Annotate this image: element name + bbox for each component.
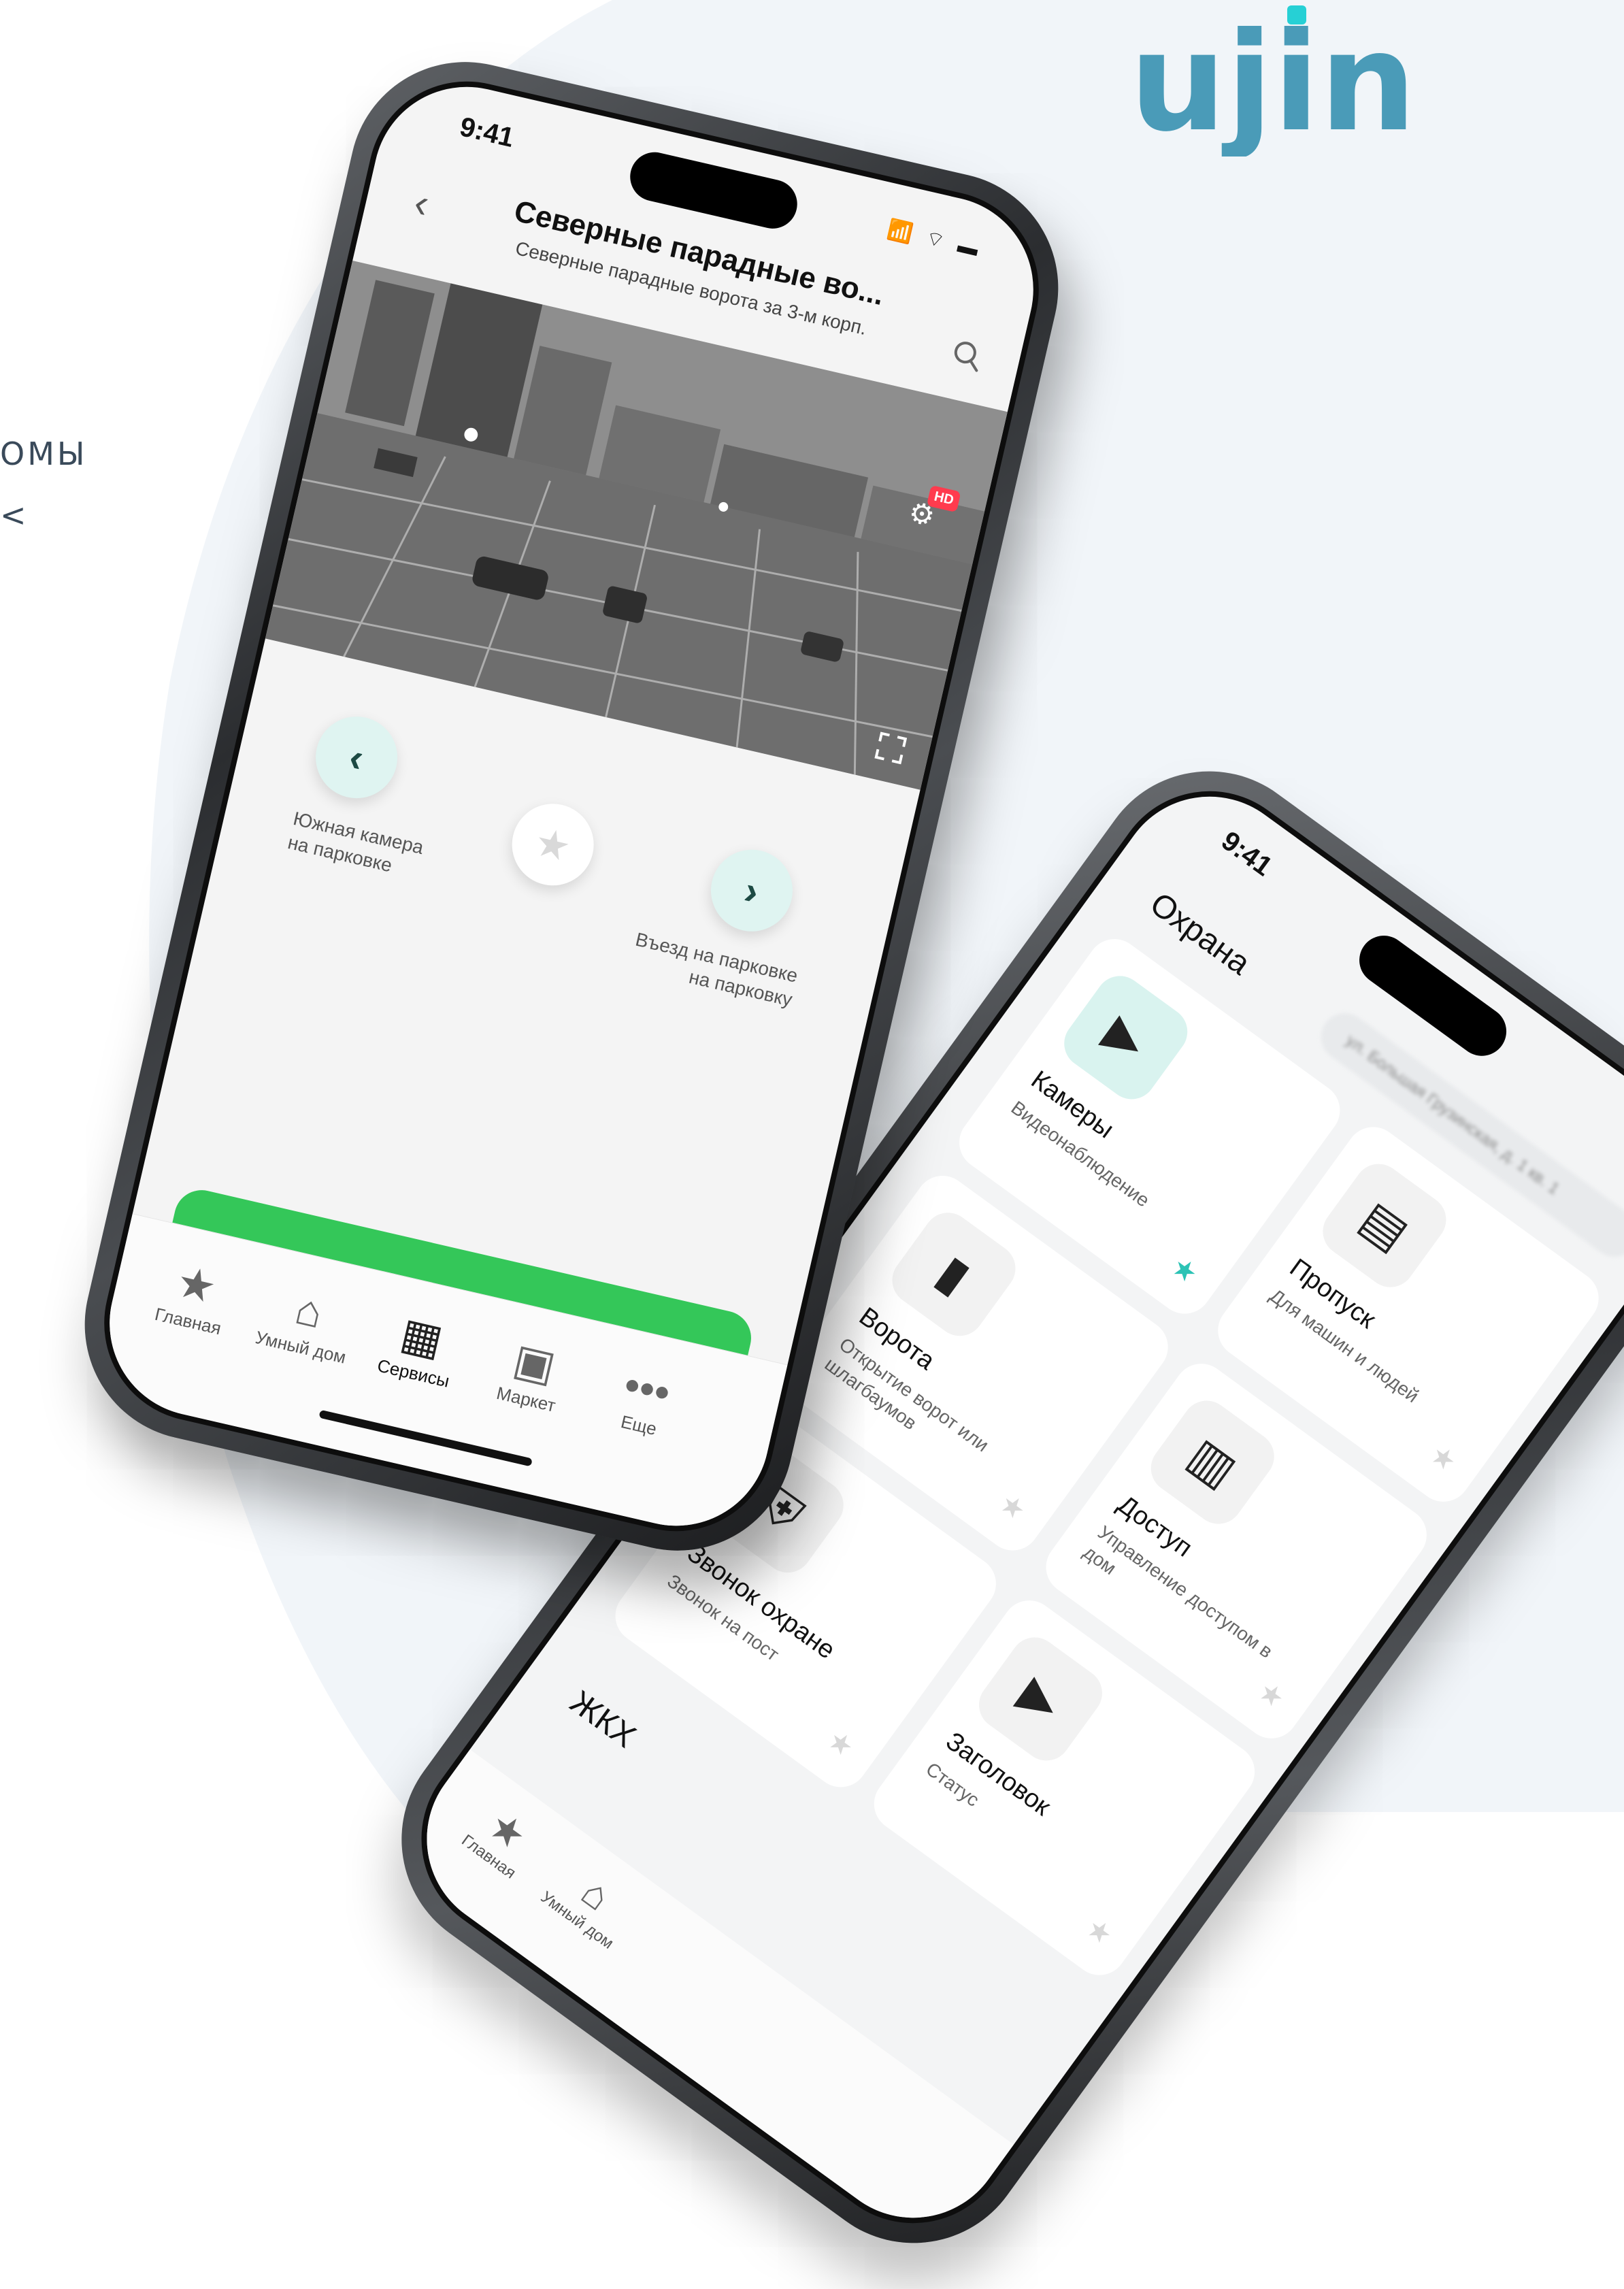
- home-indicator: [318, 1409, 533, 1467]
- signal-wifi-battery-icon: 📶 ⌔ ▬: [884, 218, 984, 262]
- favorite-star-icon[interactable]: ★: [1165, 1251, 1204, 1290]
- back-chevron-icon[interactable]: ‹: [410, 178, 434, 227]
- favorite-star-icon[interactable]: ★: [1080, 1912, 1118, 1952]
- previous-camera-button[interactable]: ‹: [308, 708, 406, 807]
- access-icon: ▥: [1141, 1391, 1284, 1534]
- tab-market[interactable]: ▣ Маркет: [467, 1323, 597, 1423]
- gate-icon: ▮: [882, 1202, 1025, 1346]
- ujin-logo: ujin: [1129, 3, 1415, 157]
- favorite-star-icon[interactable]: ★: [1424, 1438, 1462, 1478]
- search-icon[interactable]: [949, 337, 985, 373]
- next-camera-button[interactable]: ›: [702, 841, 801, 940]
- tab-smart-home[interactable]: ⌂ Умный дом: [530, 1846, 650, 1958]
- services-grid: ▶ Камеры Видеонаблюдение ★ ▤ Пропуск Для…: [604, 928, 1610, 1986]
- section-heading-housing: ЖКХ: [563, 1683, 642, 1756]
- tab-services[interactable]: ▦ Сервисы: [354, 1297, 484, 1396]
- favorite-button[interactable]: ★: [503, 795, 602, 894]
- tab-home[interactable]: ★ Главная: [129, 1245, 259, 1345]
- svg-text:ujin: ujin: [1129, 3, 1415, 157]
- next-camera-label: Въезд на парковке на парковку: [627, 927, 800, 1012]
- video-camera-icon: ▶: [1054, 966, 1197, 1109]
- side-text-line-1: ОМЫ: [0, 435, 88, 472]
- previous-camera-label: Южная камера на парковке: [285, 806, 426, 884]
- pass-icon: ▤: [1313, 1154, 1456, 1297]
- chevron-left-icon: ‹: [345, 734, 368, 780]
- tab-smart-home[interactable]: ⌂ Умный дом: [242, 1271, 372, 1370]
- tab-more[interactable]: ••• Еще: [580, 1349, 710, 1449]
- status-time: 9:41: [457, 112, 517, 154]
- favorite-star-icon[interactable]: ★: [822, 1724, 860, 1764]
- side-text-line-2: <: [0, 497, 29, 533]
- status-time: 9:41: [1216, 825, 1278, 883]
- star-icon: ★: [530, 819, 576, 871]
- chevron-right-icon: ›: [740, 867, 763, 914]
- video-camera-icon: ▶: [969, 1628, 1112, 1771]
